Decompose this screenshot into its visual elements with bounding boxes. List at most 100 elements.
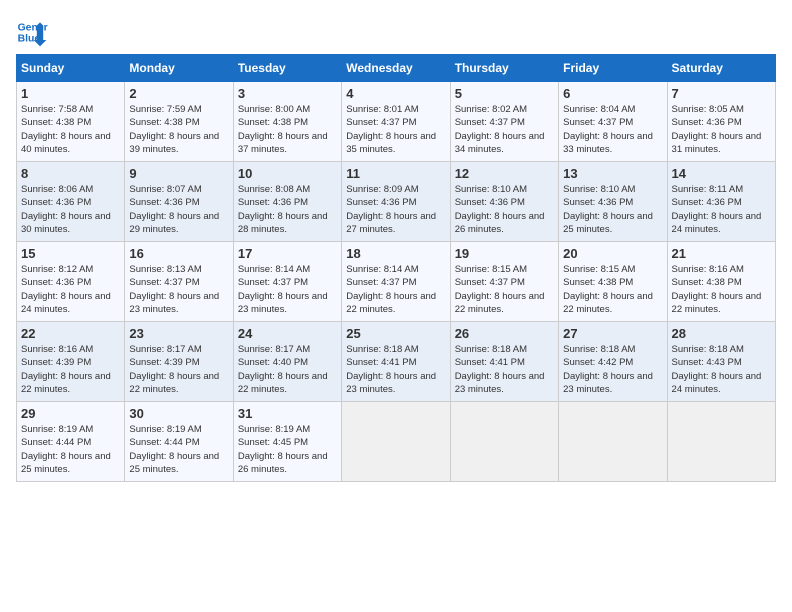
calendar-week-row: 1 Sunrise: 7:58 AM Sunset: 4:38 PM Dayli… xyxy=(17,82,776,162)
logo-icon: General Blue xyxy=(16,16,48,48)
day-header-saturday: Saturday xyxy=(667,55,775,82)
calendar-cell: 1 Sunrise: 7:58 AM Sunset: 4:38 PM Dayli… xyxy=(17,82,125,162)
cell-info: Sunrise: 8:04 AM Sunset: 4:37 PM Dayligh… xyxy=(563,103,662,156)
calendar-cell: 23 Sunrise: 8:17 AM Sunset: 4:39 PM Dayl… xyxy=(125,322,233,402)
day-number: 29 xyxy=(21,406,120,421)
day-number: 16 xyxy=(129,246,228,261)
calendar-header-row: SundayMondayTuesdayWednesdayThursdayFrid… xyxy=(17,55,776,82)
header: General Blue xyxy=(16,16,776,48)
svg-text:General: General xyxy=(18,22,48,33)
cell-info: Sunrise: 8:00 AM Sunset: 4:38 PM Dayligh… xyxy=(238,103,337,156)
cell-info: Sunrise: 8:10 AM Sunset: 4:36 PM Dayligh… xyxy=(563,183,662,236)
day-number: 18 xyxy=(346,246,445,261)
cell-info: Sunrise: 8:01 AM Sunset: 4:37 PM Dayligh… xyxy=(346,103,445,156)
day-header-wednesday: Wednesday xyxy=(342,55,450,82)
logo: General Blue xyxy=(16,16,52,48)
calendar-cell: 10 Sunrise: 8:08 AM Sunset: 4:36 PM Dayl… xyxy=(233,162,341,242)
day-number: 27 xyxy=(563,326,662,341)
day-number: 23 xyxy=(129,326,228,341)
calendar-cell: 30 Sunrise: 8:19 AM Sunset: 4:44 PM Dayl… xyxy=(125,402,233,482)
day-number: 1 xyxy=(21,86,120,101)
cell-info: Sunrise: 8:19 AM Sunset: 4:44 PM Dayligh… xyxy=(21,423,120,476)
calendar-cell: 15 Sunrise: 8:12 AM Sunset: 4:36 PM Dayl… xyxy=(17,242,125,322)
day-number: 9 xyxy=(129,166,228,181)
cell-info: Sunrise: 8:05 AM Sunset: 4:36 PM Dayligh… xyxy=(672,103,771,156)
calendar-cell: 7 Sunrise: 8:05 AM Sunset: 4:36 PM Dayli… xyxy=(667,82,775,162)
calendar-cell: 14 Sunrise: 8:11 AM Sunset: 4:36 PM Dayl… xyxy=(667,162,775,242)
cell-info: Sunrise: 8:18 AM Sunset: 4:43 PM Dayligh… xyxy=(672,343,771,396)
day-number: 11 xyxy=(346,166,445,181)
cell-info: Sunrise: 8:02 AM Sunset: 4:37 PM Dayligh… xyxy=(455,103,554,156)
calendar-cell: 8 Sunrise: 8:06 AM Sunset: 4:36 PM Dayli… xyxy=(17,162,125,242)
calendar-cell: 17 Sunrise: 8:14 AM Sunset: 4:37 PM Dayl… xyxy=(233,242,341,322)
cell-info: Sunrise: 8:16 AM Sunset: 4:38 PM Dayligh… xyxy=(672,263,771,316)
cell-info: Sunrise: 8:19 AM Sunset: 4:45 PM Dayligh… xyxy=(238,423,337,476)
cell-info: Sunrise: 8:19 AM Sunset: 4:44 PM Dayligh… xyxy=(129,423,228,476)
calendar-cell: 31 Sunrise: 8:19 AM Sunset: 4:45 PM Dayl… xyxy=(233,402,341,482)
day-number: 25 xyxy=(346,326,445,341)
calendar-cell: 25 Sunrise: 8:18 AM Sunset: 4:41 PM Dayl… xyxy=(342,322,450,402)
calendar-body: 1 Sunrise: 7:58 AM Sunset: 4:38 PM Dayli… xyxy=(17,82,776,482)
cell-info: Sunrise: 8:12 AM Sunset: 4:36 PM Dayligh… xyxy=(21,263,120,316)
day-number: 28 xyxy=(672,326,771,341)
calendar-cell: 18 Sunrise: 8:14 AM Sunset: 4:37 PM Dayl… xyxy=(342,242,450,322)
calendar-cell: 4 Sunrise: 8:01 AM Sunset: 4:37 PM Dayli… xyxy=(342,82,450,162)
cell-info: Sunrise: 7:58 AM Sunset: 4:38 PM Dayligh… xyxy=(21,103,120,156)
cell-info: Sunrise: 8:09 AM Sunset: 4:36 PM Dayligh… xyxy=(346,183,445,236)
day-number: 4 xyxy=(346,86,445,101)
calendar-cell: 2 Sunrise: 7:59 AM Sunset: 4:38 PM Dayli… xyxy=(125,82,233,162)
calendar-cell: 20 Sunrise: 8:15 AM Sunset: 4:38 PM Dayl… xyxy=(559,242,667,322)
calendar-week-row: 15 Sunrise: 8:12 AM Sunset: 4:36 PM Dayl… xyxy=(17,242,776,322)
cell-info: Sunrise: 8:07 AM Sunset: 4:36 PM Dayligh… xyxy=(129,183,228,236)
calendar-cell xyxy=(342,402,450,482)
day-number: 3 xyxy=(238,86,337,101)
day-number: 31 xyxy=(238,406,337,421)
cell-info: Sunrise: 8:18 AM Sunset: 4:42 PM Dayligh… xyxy=(563,343,662,396)
calendar-cell: 5 Sunrise: 8:02 AM Sunset: 4:37 PM Dayli… xyxy=(450,82,558,162)
calendar-cell: 21 Sunrise: 8:16 AM Sunset: 4:38 PM Dayl… xyxy=(667,242,775,322)
calendar-week-row: 8 Sunrise: 8:06 AM Sunset: 4:36 PM Dayli… xyxy=(17,162,776,242)
day-number: 5 xyxy=(455,86,554,101)
calendar-cell: 28 Sunrise: 8:18 AM Sunset: 4:43 PM Dayl… xyxy=(667,322,775,402)
cell-info: Sunrise: 8:10 AM Sunset: 4:36 PM Dayligh… xyxy=(455,183,554,236)
calendar-cell: 3 Sunrise: 8:00 AM Sunset: 4:38 PM Dayli… xyxy=(233,82,341,162)
cell-info: Sunrise: 8:17 AM Sunset: 4:39 PM Dayligh… xyxy=(129,343,228,396)
day-header-monday: Monday xyxy=(125,55,233,82)
cell-info: Sunrise: 8:14 AM Sunset: 4:37 PM Dayligh… xyxy=(238,263,337,316)
cell-info: Sunrise: 8:15 AM Sunset: 4:38 PM Dayligh… xyxy=(563,263,662,316)
calendar-cell: 27 Sunrise: 8:18 AM Sunset: 4:42 PM Dayl… xyxy=(559,322,667,402)
day-number: 21 xyxy=(672,246,771,261)
calendar-cell xyxy=(450,402,558,482)
day-number: 8 xyxy=(21,166,120,181)
calendar-cell: 26 Sunrise: 8:18 AM Sunset: 4:41 PM Dayl… xyxy=(450,322,558,402)
cell-info: Sunrise: 8:06 AM Sunset: 4:36 PM Dayligh… xyxy=(21,183,120,236)
calendar-cell: 29 Sunrise: 8:19 AM Sunset: 4:44 PM Dayl… xyxy=(17,402,125,482)
cell-info: Sunrise: 7:59 AM Sunset: 4:38 PM Dayligh… xyxy=(129,103,228,156)
day-number: 10 xyxy=(238,166,337,181)
cell-info: Sunrise: 8:18 AM Sunset: 4:41 PM Dayligh… xyxy=(346,343,445,396)
day-number: 6 xyxy=(563,86,662,101)
day-header-tuesday: Tuesday xyxy=(233,55,341,82)
day-number: 12 xyxy=(455,166,554,181)
day-header-thursday: Thursday xyxy=(450,55,558,82)
calendar-cell xyxy=(667,402,775,482)
calendar-cell: 12 Sunrise: 8:10 AM Sunset: 4:36 PM Dayl… xyxy=(450,162,558,242)
day-number: 15 xyxy=(21,246,120,261)
calendar-cell xyxy=(559,402,667,482)
day-header-sunday: Sunday xyxy=(17,55,125,82)
day-number: 2 xyxy=(129,86,228,101)
day-number: 26 xyxy=(455,326,554,341)
day-number: 17 xyxy=(238,246,337,261)
cell-info: Sunrise: 8:18 AM Sunset: 4:41 PM Dayligh… xyxy=(455,343,554,396)
calendar-cell: 11 Sunrise: 8:09 AM Sunset: 4:36 PM Dayl… xyxy=(342,162,450,242)
day-header-friday: Friday xyxy=(559,55,667,82)
cell-info: Sunrise: 8:17 AM Sunset: 4:40 PM Dayligh… xyxy=(238,343,337,396)
day-number: 14 xyxy=(672,166,771,181)
calendar-cell: 16 Sunrise: 8:13 AM Sunset: 4:37 PM Dayl… xyxy=(125,242,233,322)
cell-info: Sunrise: 8:16 AM Sunset: 4:39 PM Dayligh… xyxy=(21,343,120,396)
calendar-week-row: 29 Sunrise: 8:19 AM Sunset: 4:44 PM Dayl… xyxy=(17,402,776,482)
cell-info: Sunrise: 8:14 AM Sunset: 4:37 PM Dayligh… xyxy=(346,263,445,316)
day-number: 22 xyxy=(21,326,120,341)
calendar-cell: 13 Sunrise: 8:10 AM Sunset: 4:36 PM Dayl… xyxy=(559,162,667,242)
calendar-table: SundayMondayTuesdayWednesdayThursdayFrid… xyxy=(16,54,776,482)
